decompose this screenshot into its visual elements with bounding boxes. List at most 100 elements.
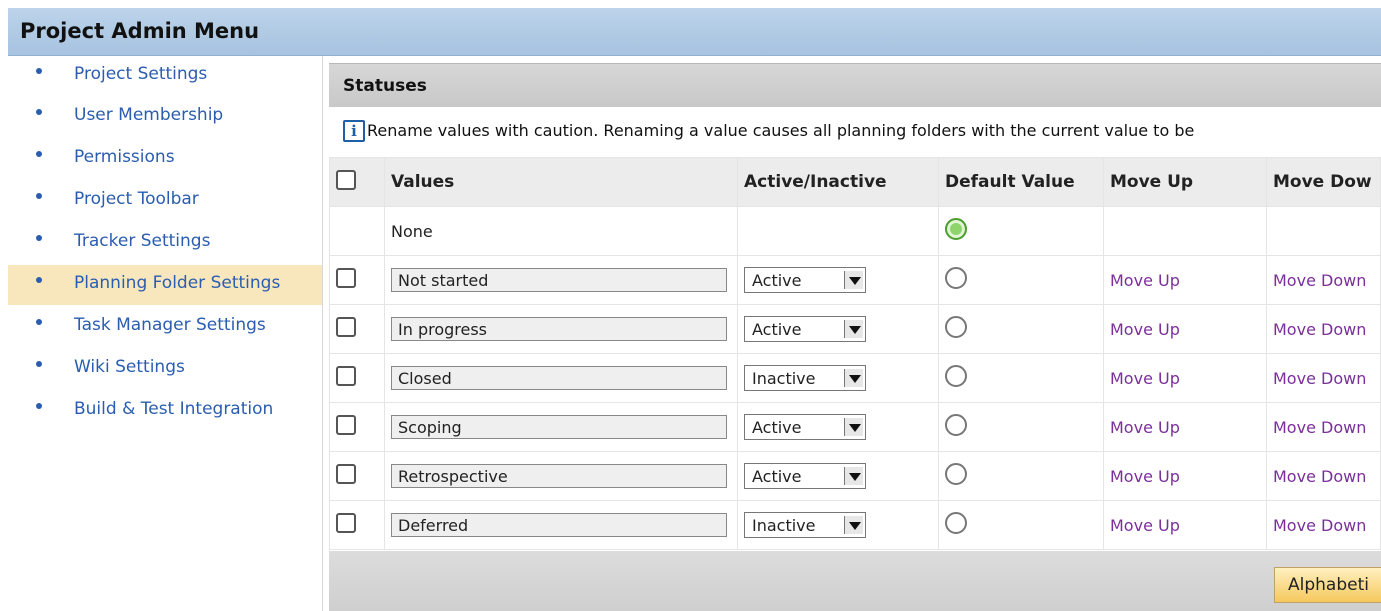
sidebar-item-label: Planning Folder Settings (74, 273, 281, 293)
row-checkbox[interactable] (336, 464, 356, 484)
default-radio[interactable] (945, 267, 967, 289)
status-select[interactable]: Active (744, 463, 866, 489)
move-up-link[interactable]: Move Up (1110, 271, 1180, 290)
status-select[interactable]: Active (744, 414, 866, 440)
table-row: Deferred Inactive Move Up Move Down (329, 500, 1381, 550)
move-down-link[interactable]: Move Down (1273, 516, 1366, 535)
status-cell (737, 206, 939, 256)
bullet-icon (36, 319, 42, 325)
move-down-link[interactable]: Move Down (1273, 271, 1366, 290)
bullet-icon (36, 151, 42, 157)
sidebar-item-build-test-integration[interactable]: Build & Test Integration (8, 391, 322, 431)
move-up-link[interactable]: Move Up (1110, 467, 1180, 486)
move-up-link[interactable]: Move Up (1110, 418, 1180, 437)
sidebar-item-wiki-settings[interactable]: Wiki Settings (8, 349, 322, 389)
table-row: Closed Inactive Move Up Move Down (329, 353, 1381, 403)
default-radio[interactable] (945, 365, 967, 387)
bullet-icon (36, 361, 42, 367)
status-select[interactable]: Inactive (744, 512, 866, 538)
sidebar-item-label: Project Toolbar (74, 189, 199, 209)
move-up-cell (1103, 206, 1267, 256)
value-input[interactable]: Scoping (391, 415, 727, 439)
row-checkbox[interactable] (336, 317, 356, 337)
move-down-link[interactable]: Move Down (1273, 369, 1366, 388)
move-up-link[interactable]: Move Up (1110, 369, 1180, 388)
value-input[interactable]: In progress (391, 317, 727, 341)
move-up-link[interactable]: Move Up (1110, 320, 1180, 339)
value-input[interactable]: Retrospective (391, 464, 727, 488)
status-select-value: Active (752, 320, 802, 339)
move-down-cell: Move Down (1266, 402, 1381, 452)
info-text: Rename values with caution. Renaming a v… (367, 121, 1195, 140)
default-radio[interactable] (945, 512, 967, 534)
default-cell (938, 206, 1104, 256)
select-all-cell (329, 157, 385, 207)
panel-footer: Alphabeti (329, 551, 1381, 611)
sidebar-item-tracker-settings[interactable]: Tracker Settings (8, 223, 322, 263)
sidebar-item-project-settings[interactable]: Project Settings (8, 56, 322, 96)
column-default-value: Default Value (938, 157, 1104, 207)
sidebar-item-label: Task Manager Settings (74, 315, 266, 335)
sidebar-item-permissions[interactable]: Permissions (8, 139, 322, 179)
default-radio[interactable] (945, 316, 967, 338)
status-select[interactable]: Active (744, 316, 866, 342)
move-up-cell: Move Up (1103, 402, 1267, 452)
chevron-down-icon (844, 418, 863, 436)
move-up-cell: Move Up (1103, 304, 1267, 354)
table-row: Retrospective Active Move Up Move Down (329, 451, 1381, 501)
status-select[interactable]: Active (744, 267, 866, 293)
sidebar-item-user-membership[interactable]: User Membership (8, 97, 322, 137)
value-text: None (391, 221, 433, 241)
default-radio[interactable] (945, 463, 967, 485)
select-all-checkbox[interactable] (336, 169, 356, 190)
sidebar-item-task-manager-settings[interactable]: Task Manager Settings (8, 307, 322, 347)
row-check-cell (329, 255, 385, 305)
statuses-panel: Statuses i Rename values with caution. Re… (329, 63, 1381, 611)
status-select-value: Active (752, 418, 802, 437)
info-icon: i (343, 120, 365, 142)
value-input[interactable]: Not started (391, 268, 727, 292)
row-check-cell (329, 206, 385, 256)
value-input[interactable]: Closed (391, 366, 727, 390)
default-cell (938, 402, 1104, 452)
row-checkbox[interactable] (336, 513, 356, 533)
row-checkbox[interactable] (336, 268, 356, 288)
move-up-cell: Move Up (1103, 500, 1267, 550)
bullet-icon (36, 109, 42, 115)
status-cell: Active (737, 402, 939, 452)
alphabetize-button[interactable]: Alphabeti (1274, 567, 1381, 603)
move-up-cell: Move Up (1103, 353, 1267, 403)
move-down-link[interactable]: Move Down (1273, 467, 1366, 486)
table-row: Not started Active Move Up Move Down (329, 255, 1381, 305)
move-up-cell: Move Up (1103, 451, 1267, 501)
statuses-table: Values Active/Inactive Default Value Mov… (329, 157, 1381, 550)
table-row: Scoping Active Move Up Move Down (329, 402, 1381, 452)
sidebar-item-project-toolbar[interactable]: Project Toolbar (8, 181, 322, 221)
default-radio[interactable] (945, 218, 967, 240)
bullet-icon (36, 68, 42, 74)
column-move-down: Move Dow (1266, 157, 1381, 207)
chevron-down-icon (844, 271, 863, 289)
header-bar: Project Admin Menu (8, 8, 1381, 56)
move-down-link[interactable]: Move Down (1273, 418, 1366, 437)
row-checkbox[interactable] (336, 366, 356, 386)
row-checkbox[interactable] (336, 415, 356, 435)
value-cell: Closed (384, 353, 738, 403)
status-cell: Inactive (737, 353, 939, 403)
row-check-cell (329, 402, 385, 452)
value-input[interactable]: Deferred (391, 513, 727, 537)
row-check-cell (329, 304, 385, 354)
move-down-cell: Move Down (1266, 255, 1381, 305)
default-radio[interactable] (945, 414, 967, 436)
move-down-cell: Move Down (1266, 304, 1381, 354)
move-down-cell: Move Down (1266, 451, 1381, 501)
move-down-link[interactable]: Move Down (1273, 320, 1366, 339)
sidebar-item-label: User Membership (74, 105, 224, 125)
sidebar-item-label: Wiki Settings (74, 357, 185, 377)
status-select[interactable]: Inactive (744, 365, 866, 391)
sidebar-item-planning-folder-settings[interactable]: Planning Folder Settings (8, 265, 322, 305)
sidebar-item-label: Tracker Settings (74, 231, 211, 251)
panel-header: Statuses (329, 63, 1381, 107)
move-up-link[interactable]: Move Up (1110, 516, 1180, 535)
status-cell: Active (737, 451, 939, 501)
